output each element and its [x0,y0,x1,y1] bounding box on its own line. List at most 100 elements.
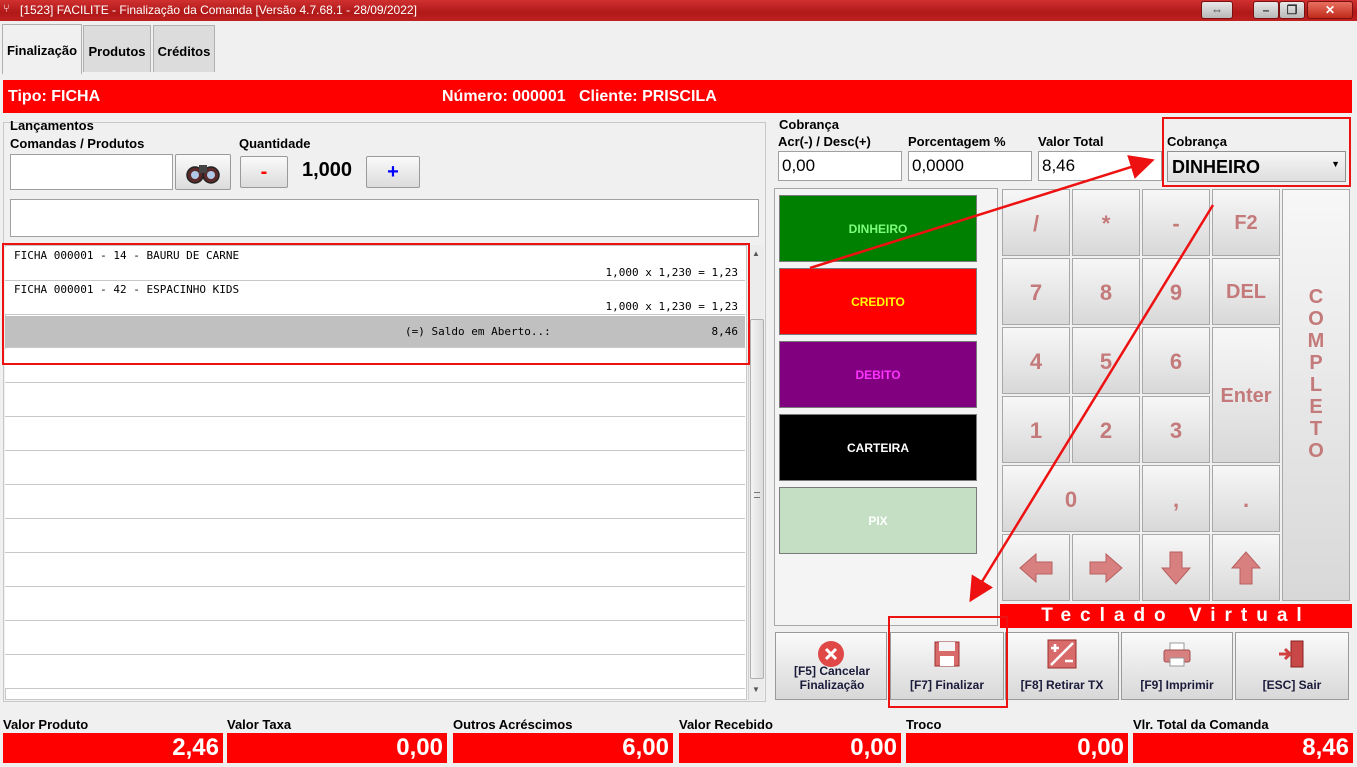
pay-carteira-button[interactable]: CARTEIRA [779,414,977,481]
key-enter[interactable]: Enter [1212,327,1280,463]
retirar-tx-button[interactable]: [F8] Retirar TX [1005,632,1119,700]
key-9[interactable]: 9 [1142,258,1210,325]
restore-icon[interactable]: ❐ [1279,1,1305,19]
comanda-header: Tipo: FICHA Número: 000001 Cliente: PRIS… [3,80,1352,113]
tipo-label: Tipo: FICHA [8,88,101,105]
imprimir-button[interactable]: [F9] Imprimir [1121,632,1233,700]
key-left[interactable] [1002,534,1070,601]
item-calc: 1,000 x 1,230 = 1,23 [605,266,738,279]
key-1[interactable]: 1 [1002,396,1070,463]
key-8[interactable]: 8 [1072,258,1140,325]
valor-recebido-label: Valor Recebido [679,717,773,732]
tab-produtos[interactable]: Produtos [83,25,151,72]
key-4[interactable]: 4 [1002,327,1070,394]
valor-taxa-label: Valor Taxa [227,717,292,732]
switch-icon[interactable]: ⇔ [1201,1,1233,19]
lancamentos-title: Lançamentos [10,118,94,133]
cobranca-select[interactable]: DINHEIRO ▼ [1167,151,1346,182]
valor-produto-label: Valor Produto [3,717,89,732]
list-item [5,655,745,689]
key-down[interactable] [1142,534,1210,601]
key-minus[interactable]: - [1142,189,1210,256]
completo-button[interactable]: COMPLETO [1282,189,1350,601]
list-item [5,553,745,587]
arrow-right-icon [1089,552,1123,584]
valor-taxa-value: 0,00 [227,733,447,763]
vlr-total-comanda-value: 8,46 [1133,733,1353,763]
tab-label: Finalização [6,43,78,58]
tab-creditos[interactable]: Créditos [153,25,215,72]
arrow-down-icon [1160,551,1192,585]
key-6[interactable]: 6 [1142,327,1210,394]
list-item[interactable]: FICHA 000001 - 42 - ESPACINHO KIDS 1,000… [5,281,745,315]
scroll-up-icon[interactable]: ▲ [752,249,760,258]
increment-button[interactable]: + [366,156,420,188]
key-del[interactable]: DEL [1212,258,1280,325]
outros-acrescimos-label: Outros Acréscimos [453,717,573,732]
acr-desc-input[interactable] [778,151,902,181]
app-icon: ⑂ [3,3,10,15]
quantidade-label: Quantidade [239,136,311,151]
list-scrollbar[interactable]: ▲ ▼ [748,245,764,700]
completo-label: COMPLETO [1307,286,1325,462]
list-item [5,485,745,519]
saldo-value: 8,46 [711,325,739,338]
pay-debito-button[interactable]: DEBITO [779,341,977,408]
minimize-icon[interactable]: – [1253,1,1279,19]
cobranca-type-label: Cobrança [1167,134,1227,149]
key-comma[interactable]: , [1142,465,1210,532]
search-button[interactable] [175,154,231,190]
key-right[interactable] [1072,534,1140,601]
close-icon[interactable]: ✕ [1307,1,1353,19]
imprimir-label: [F9] Imprimir [1140,678,1214,692]
list-item [5,383,745,417]
key-multiply[interactable]: * [1072,189,1140,256]
teclado-virtual-label: Teclado Virtual [1000,604,1352,628]
key-dot[interactable]: . [1212,465,1280,532]
comandas-input[interactable] [10,154,173,190]
key-f2[interactable]: F2 [1212,189,1280,256]
key-3[interactable]: 3 [1142,396,1210,463]
list-item [5,621,745,655]
key-divide[interactable]: / [1002,189,1070,256]
finalizar-button[interactable]: [F7] Finalizar [890,632,1004,700]
list-item [5,451,745,485]
sair-button[interactable]: [ESC] Sair [1235,632,1349,700]
porcentagem-label: Porcentagem % [908,134,1006,149]
pay-credito-button[interactable]: CREDITO [779,268,977,335]
key-0[interactable]: 0 [1002,465,1140,532]
arrow-left-icon [1019,552,1053,584]
window-title: [1523] FACILITE - Finalização da Comanda… [20,3,417,17]
save-icon [934,641,960,667]
valor-total-input[interactable] [1038,151,1162,181]
porcentagem-input[interactable] [908,151,1032,181]
tab-finalizacao[interactable]: Finalização [2,24,82,74]
troco-value: 0,00 [906,733,1128,763]
binoculars-icon [186,165,220,184]
valor-produto-value: 2,46 [3,733,223,763]
tab-label: Créditos [157,44,211,59]
key-5[interactable]: 5 [1072,327,1140,394]
valor-recebido-value: 0,00 [679,733,901,763]
list-item[interactable]: FICHA 000001 - 14 - BAURU DE CARNE 1,000… [5,247,745,281]
key-7[interactable]: 7 [1002,258,1070,325]
list-item [5,587,745,621]
pay-dinheiro-button[interactable]: DINHEIRO [779,195,977,262]
scroll-down-icon[interactable]: ▼ [752,685,760,694]
arrow-up-icon [1230,551,1262,585]
key-2[interactable]: 2 [1072,396,1140,463]
item-description: FICHA 000001 - 42 - ESPACINHO KIDS [14,283,240,296]
finalizar-label: [F7] Finalizar [909,678,984,692]
item-calc: 1,000 x 1,230 = 1,23 [605,300,738,313]
numero-cliente-label: Número: 000001 Cliente: PRISCILA [442,88,717,105]
title-bar: ⑂ [1523] FACILITE - Finalização da Coman… [0,0,1357,21]
list-item [5,349,745,383]
decrement-button[interactable]: - [240,156,288,188]
item-description: FICHA 000001 - 14 - BAURU DE CARNE [14,249,240,262]
cancel-finalizacao-button[interactable]: [F5] Cancelar Finalização [775,632,887,700]
key-up[interactable] [1212,534,1280,601]
troco-label: Troco [906,717,942,732]
sair-label: [ESC] Sair [1262,678,1322,692]
pay-pix-button[interactable]: PIX [779,487,977,554]
scroll-thumb[interactable] [750,319,764,679]
